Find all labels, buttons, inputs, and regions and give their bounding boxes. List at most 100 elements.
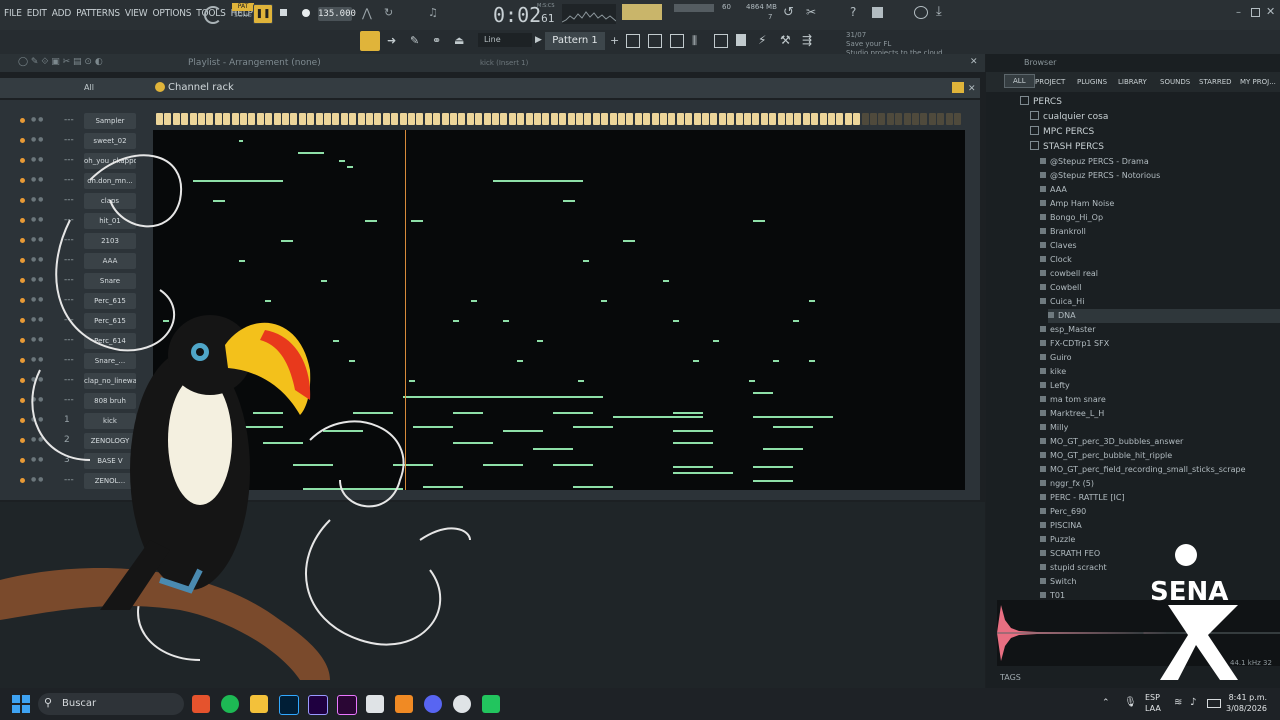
step-button[interactable] [752,113,760,125]
step-button[interactable] [399,113,407,125]
step-button[interactable] [525,113,533,125]
pattern-selector[interactable]: Pattern 1 [545,32,605,50]
note-block[interactable] [713,340,719,342]
export-icon[interactable]: ⇶ [802,33,812,47]
step-button[interactable] [164,113,172,125]
link-icon[interactable]: ⚭ [432,34,441,47]
note-block[interactable] [673,412,703,414]
step-button[interactable] [206,113,214,125]
browser-item[interactable]: @Stepuz PERCS - Notorious [1040,169,1280,183]
step-button[interactable] [189,113,197,125]
step-button[interactable] [878,113,886,125]
step-button[interactable] [945,113,953,125]
step-button[interactable] [198,113,205,125]
channel-rack-icon[interactable] [670,34,684,48]
step-button[interactable] [248,113,256,125]
note-block[interactable] [613,416,703,418]
step-button[interactable] [349,113,357,125]
stamp-icon[interactable]: ⏏ [454,34,464,47]
note-block[interactable] [809,300,815,302]
browser-folder[interactable]: MPC PERCS [1030,125,1280,139]
step-button[interactable] [744,113,751,125]
step-button[interactable] [937,113,945,125]
plugin-picker-icon[interactable] [714,34,728,48]
menu-edit[interactable]: EDIT [27,8,47,19]
note-block[interactable] [773,360,779,362]
note-block[interactable] [793,320,799,322]
step-button[interactable] [861,113,869,125]
step-button[interactable] [265,113,273,125]
cut-icon[interactable]: ✂ [806,5,816,19]
browser-item[interactable]: Brankroll [1040,225,1280,239]
channel-name-button[interactable]: Sampler [84,113,136,129]
plug-icon[interactable]: ⚡ [758,33,766,47]
microphone-icon[interactable]: 🎙 [1124,697,1137,708]
browser-item[interactable]: ma tom snare [1040,393,1280,407]
step-button[interactable] [214,113,222,125]
playlist-close-icon[interactable]: ✕ [970,57,978,67]
step-button[interactable] [408,113,415,125]
step-button[interactable] [391,113,399,125]
browser-item[interactable]: Cowbell [1040,281,1280,295]
after-effects-icon[interactable] [308,695,328,715]
note-block[interactable] [583,260,589,262]
step-button[interactable] [550,113,558,125]
step-button[interactable] [559,113,567,125]
step-button[interactable] [685,113,693,125]
browser-item[interactable]: FX-CDTrp1 SFX [1040,337,1280,351]
help-icon[interactable]: ? [850,5,856,19]
browser-tab[interactable]: ALL [1004,74,1035,88]
step-button[interactable] [693,113,701,125]
step-button[interactable] [920,113,928,125]
browser-item[interactable]: @Stepuz PERCS - Drama [1040,155,1280,169]
step-button[interactable] [618,113,625,125]
note-block[interactable] [578,380,584,382]
chrome-icon[interactable] [453,695,471,713]
browser-tab[interactable]: STARRED [1199,78,1232,86]
note-block[interactable] [503,320,509,322]
tempo-display[interactable]: 135.000 [318,7,356,21]
step-button[interactable] [424,113,432,125]
note-block[interactable] [663,280,669,282]
browser-item[interactable]: PERC - RATTLE [IC] [1040,491,1280,505]
browser-folder[interactable]: cualquier cosa [1030,110,1280,124]
channel-row[interactable]: ● ● --- Sampler [0,113,150,133]
browser-item[interactable]: MO_GT_perc_bubble_hit_ripple [1040,449,1280,463]
windows-start-icon[interactable] [12,695,30,713]
mixer-icon[interactable]: ⫼ [692,34,697,48]
step-button[interactable] [416,113,424,125]
refresh-icon[interactable] [204,6,222,24]
note-block[interactable] [673,442,713,444]
fl-studio-icon[interactable] [395,695,413,713]
step-button[interactable] [786,113,793,125]
step-button[interactable] [382,113,390,125]
brush-icon[interactable]: ✎ [410,34,419,47]
browser-item[interactable]: Milly [1040,421,1280,435]
browser-item[interactable]: Cuica_Hi [1040,295,1280,309]
step-button[interactable] [853,113,861,125]
taskbar-search[interactable] [38,693,184,715]
step-button[interactable] [592,113,600,125]
step-button[interactable] [735,113,743,125]
step-button[interactable] [223,113,231,125]
step-button[interactable] [903,113,911,125]
channel-filter[interactable]: All [84,83,94,92]
note-block[interactable] [673,466,713,468]
step-button[interactable] [769,113,777,125]
channel-mute-led[interactable] [20,118,25,123]
step-button[interactable] [702,113,709,125]
step-button[interactable] [315,113,323,125]
note-block[interactable] [749,380,755,382]
pattern-prev-icon[interactable]: ▶ [535,35,542,45]
step-button[interactable] [441,113,449,125]
step-button[interactable] [517,113,525,125]
step-button[interactable] [466,113,474,125]
step-button[interactable] [332,113,340,125]
pat-song-toggle[interactable]: PAT SONG [232,3,254,23]
note-block[interactable] [753,480,793,482]
tray-expand-icon[interactable]: ⌃ [1102,698,1110,708]
browser-tab[interactable]: LIBRARY [1118,78,1147,86]
chat-icon[interactable] [914,6,928,19]
step-button[interactable] [777,113,785,125]
record-button[interactable] [302,9,310,17]
